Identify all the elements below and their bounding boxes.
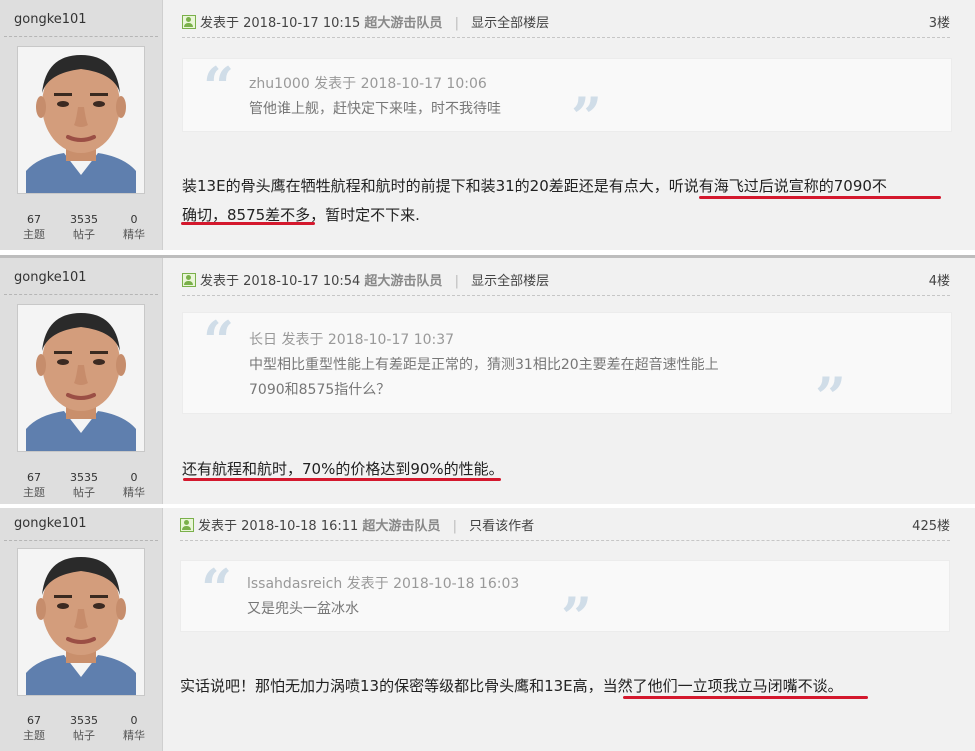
- post-header: 发表于 2018-10-18 16:11 超大游击队员 | 只看该作者 425楼: [180, 515, 950, 534]
- stat-label: 主题: [23, 486, 45, 499]
- open-quote-icon: “: [203, 309, 235, 373]
- quote-text: 中型相比重型性能上有差距是正常的，猜测31相比20主要差在超音速性能上: [249, 357, 719, 373]
- author-sidebar: gongke101 67 主题 3535 帖子 0 精华: [0, 508, 163, 751]
- quote-block: “ ” zhu1000 发表于 2018-10-17 10:06 管他谁上舰，赶…: [182, 55, 952, 147]
- quote-block: “ ” lssahdasreich 发表于 2018-10-18 16:03 又…: [180, 557, 950, 647]
- header-divider: [180, 540, 950, 541]
- highlight-underline: [181, 222, 315, 225]
- highlight-underline: [183, 478, 501, 481]
- stat-label: 精华: [123, 486, 145, 499]
- stat-value: 0: [130, 471, 138, 484]
- floor-number[interactable]: 4楼: [929, 270, 950, 289]
- close-quote-icon: ”: [561, 585, 593, 649]
- floor-number[interactable]: 425楼: [912, 515, 950, 534]
- open-quote-icon: “: [203, 55, 235, 119]
- quote-author[interactable]: zhu1000 发表于 2018-10-17 10:06: [249, 73, 487, 93]
- show-all-floors-link[interactable]: 显示全部楼层: [471, 274, 549, 289]
- stat-threads[interactable]: 67 主题: [14, 714, 54, 744]
- stat-label: 帖子: [73, 228, 95, 241]
- post-time: 发表于 2018-10-17 10:54: [200, 274, 361, 289]
- post-floor-425: gongke101 67 主题 3535 帖子 0 精华 发表于 2018-10…: [0, 508, 975, 751]
- stat-label: 主题: [23, 729, 45, 742]
- author-username[interactable]: gongke101: [14, 12, 87, 27]
- stat-value: 3535: [70, 471, 98, 484]
- online-user-icon: [182, 273, 196, 287]
- close-quote-icon: ”: [815, 365, 847, 429]
- stat-value: 3535: [70, 714, 98, 727]
- stat-posts[interactable]: 3535 帖子: [64, 471, 104, 501]
- stat-threads[interactable]: 67 主题: [14, 213, 54, 243]
- author-sidebar: gongke101 67 主题 3535 帖子 0 精华: [0, 0, 163, 250]
- author-stats: 67 主题 3535 帖子 0 精华: [14, 714, 154, 744]
- user-group[interactable]: 超大游击队员: [364, 274, 442, 289]
- stat-value: 67: [27, 213, 41, 226]
- stat-value: 67: [27, 471, 41, 484]
- post-header: 发表于 2018-10-17 10:15 超大游击队员 | 显示全部楼层 3楼: [182, 12, 950, 31]
- post-floor-4: gongke101 67 主题 3535 帖子 0 精华 发表于 2018-10…: [0, 258, 975, 504]
- header-separator: |: [454, 16, 459, 31]
- stat-value: 3535: [70, 213, 98, 226]
- quote-author[interactable]: 长日 发表于 2018-10-17 10:37: [249, 329, 454, 349]
- stat-label: 主题: [23, 228, 45, 241]
- stat-posts[interactable]: 3535 帖子: [64, 714, 104, 744]
- quote-block: “ ” 长日 发表于 2018-10-17 10:37 中型相比重型性能上有差距…: [182, 309, 952, 427]
- sidebar-divider: [4, 540, 158, 541]
- only-view-author-link[interactable]: 只看该作者: [469, 519, 534, 534]
- avatar-photo: [18, 549, 144, 695]
- stat-value: 67: [27, 714, 41, 727]
- stat-label: 帖子: [73, 729, 95, 742]
- stat-threads[interactable]: 67 主题: [14, 471, 54, 501]
- stat-value: 0: [130, 213, 138, 226]
- avatar[interactable]: [17, 548, 145, 696]
- author-stats: 67 主题 3535 帖子 0 精华: [14, 471, 154, 501]
- post-body-line: 还有航程和航时，70%的价格达到90%的性能。: [182, 460, 504, 478]
- highlight-underline: [623, 696, 868, 699]
- author-username[interactable]: gongke101: [14, 270, 87, 285]
- header-separator: |: [454, 274, 459, 289]
- avatar-photo: [18, 305, 144, 451]
- avatar[interactable]: [17, 304, 145, 452]
- user-group[interactable]: 超大游击队员: [362, 519, 440, 534]
- avatar-photo: [18, 47, 144, 193]
- stat-label: 帖子: [73, 486, 95, 499]
- stat-digest[interactable]: 0 精华: [114, 213, 154, 243]
- online-user-icon: [182, 15, 196, 29]
- header-divider: [182, 37, 950, 38]
- floor-number[interactable]: 3楼: [929, 12, 950, 31]
- open-quote-icon: “: [201, 557, 233, 621]
- header-separator: |: [452, 519, 457, 534]
- post-time: 发表于 2018-10-17 10:15: [200, 16, 361, 31]
- author-sidebar: gongke101 67 主题 3535 帖子 0 精华: [0, 258, 163, 504]
- post-time: 发表于 2018-10-18 16:11: [198, 519, 359, 534]
- stat-digest[interactable]: 0 精华: [114, 471, 154, 501]
- stat-label: 精华: [123, 729, 145, 742]
- post-body-line: 装13E的骨头鹰在牺牲航程和航时的前提下和装31的20差距还是有点大，听说有海飞…: [182, 177, 887, 195]
- quote-text: 又是兜头一盆冰水: [247, 601, 359, 617]
- stat-label: 精华: [123, 228, 145, 241]
- sidebar-divider: [4, 36, 158, 37]
- online-user-icon: [180, 518, 194, 532]
- author-stats: 67 主题 3535 帖子 0 精华: [14, 213, 154, 243]
- highlight-underline: [699, 196, 941, 199]
- stat-digest[interactable]: 0 精华: [114, 714, 154, 744]
- quote-text: 7090和8575指什么？: [249, 382, 391, 398]
- post-body-line: 实话说吧！那怕无加力涡喷13的保密等级都比骨头鹰和13E高，当然了他们一立项我立…: [180, 677, 843, 695]
- user-group[interactable]: 超大游击队员: [364, 16, 442, 31]
- close-quote-icon: ”: [571, 85, 603, 149]
- quote-text: 管他谁上舰，赶快定下来哇，时不我待哇: [249, 101, 501, 117]
- stat-value: 0: [130, 714, 138, 727]
- post-header: 发表于 2018-10-17 10:54 超大游击队员 | 显示全部楼层 4楼: [182, 270, 950, 289]
- quote-author[interactable]: lssahdasreich 发表于 2018-10-18 16:03: [247, 573, 519, 593]
- post-floor-3: gongke101 67 主题 3535 帖子 0 精华 发表于 2018-10…: [0, 0, 975, 250]
- sidebar-divider: [4, 294, 158, 295]
- show-all-floors-link[interactable]: 显示全部楼层: [471, 16, 549, 31]
- author-username[interactable]: gongke101: [14, 516, 87, 531]
- avatar[interactable]: [17, 46, 145, 194]
- header-divider: [182, 295, 950, 296]
- stat-posts[interactable]: 3535 帖子: [64, 213, 104, 243]
